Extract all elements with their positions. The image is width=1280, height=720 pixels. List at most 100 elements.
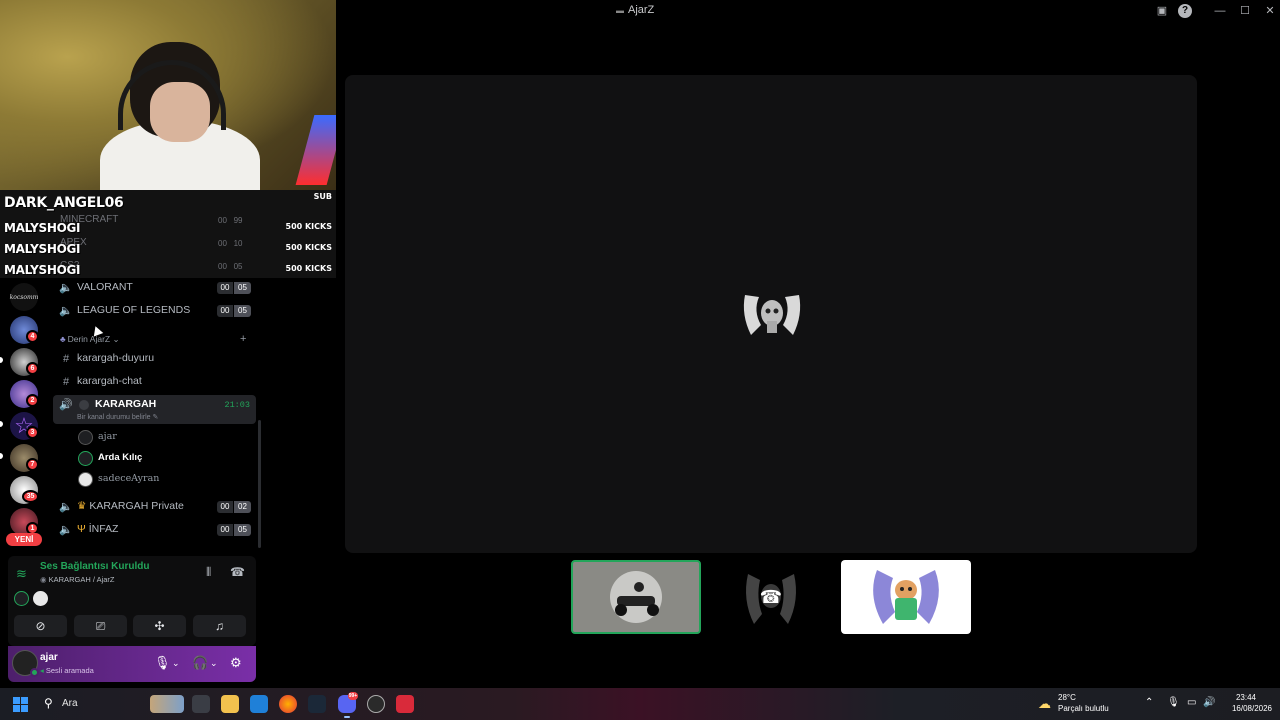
minimize-icon[interactable]: — [1212, 3, 1228, 19]
text-channel-chat[interactable]: # karargah-chat [53, 372, 256, 393]
firefox-icon[interactable] [279, 695, 297, 713]
hash-icon: # [62, 376, 70, 388]
window-title: ▬ AjarZ [616, 4, 696, 16]
channel-status[interactable]: Bir kanal durumu belirle ✎ [77, 413, 158, 421]
channel-limit: 05 [234, 305, 251, 317]
user-name[interactable]: ajar [40, 652, 58, 663]
weather-icon[interactable]: ☁ [1038, 696, 1054, 711]
inbox-icon[interactable]: ▣ [1154, 3, 1170, 19]
participant-tile[interactable] [841, 560, 971, 634]
screen-share-button[interactable]: ⎚ [74, 615, 127, 637]
voice-location[interactable]: ◉ KARARGAH / AjarZ [40, 575, 115, 584]
voice-channel-private[interactable]: 🔈 ♛ KARARGAH Private 00 02 [53, 497, 256, 518]
server-badge: 7 [26, 458, 39, 471]
windows-start-icon[interactable] [13, 697, 28, 712]
alert-name: MALYSHOGI [4, 263, 81, 277]
obs-icon[interactable] [367, 695, 385, 713]
clock-time[interactable]: 23:44 [1236, 693, 1256, 702]
channel-timer: 21:03 [224, 400, 250, 410]
chevron-down-icon[interactable]: ⌄ [210, 658, 218, 669]
alert-row: DARK_ANGEL06 SUB [0, 192, 336, 212]
member-name: sadeceAyran [98, 473, 160, 484]
new-badge[interactable]: YENİ [6, 533, 42, 546]
discord-app: ▬ AjarZ ▣ ? — ☐ ✕ DARK_ANGEL06 SUB MINECR… [0, 0, 1280, 688]
chevron-down-icon[interactable]: ⌄ [172, 658, 180, 669]
add-channel-icon[interactable]: + [240, 333, 246, 345]
server-badge: 6 [26, 362, 39, 375]
store-icon[interactable] [250, 695, 268, 713]
search-placeholder: Ara [62, 698, 78, 709]
maximize-icon[interactable]: ☐ [1237, 3, 1253, 19]
settings-gear-icon[interactable]: ⚙ [230, 655, 242, 671]
stream-alerts: DARK_ANGEL06 SUB MINECRAFT 00 99 APEX 00… [0, 190, 336, 278]
avatar [78, 430, 93, 445]
search-icon: ⚲ [44, 696, 53, 710]
server-text-logo: kocsomm [9, 294, 39, 301]
alert-amount: 500 KICKS [285, 222, 333, 231]
member-name: Arda Kılıç [98, 452, 143, 463]
voice-connection-panel: ≋ Ses Bağlantısı Kuruldu ◉ KARARGAH / Aj… [8, 556, 256, 646]
steam-icon[interactable] [308, 695, 326, 713]
noise-suppression-icon[interactable]: ⦀ [206, 565, 211, 580]
voice-status-title[interactable]: Ses Bağlantısı Kuruldu [40, 561, 149, 572]
network-icon[interactable]: ▭ [1187, 697, 1196, 708]
app-icon[interactable] [396, 695, 414, 713]
channel-count: 00 [217, 501, 233, 513]
participant-tile[interactable] [571, 560, 701, 634]
window-title-text: AjarZ [628, 4, 655, 16]
soundboard-button[interactable]: ♫ [193, 615, 246, 637]
trident-icon: Ψ [77, 523, 86, 535]
angel-skull-avatar[interactable] [739, 281, 805, 347]
help-icon[interactable]: ? [1178, 4, 1192, 18]
alert-name: MALYSHOGI [4, 242, 81, 256]
microphone-icon[interactable]: 🎙 [154, 655, 171, 671]
speaker-icon: 🔈 [59, 501, 73, 513]
weather-temp[interactable]: 28°C [1058, 693, 1076, 702]
app-logo-icon: ▬ [616, 6, 624, 15]
active-app-indicator [344, 716, 350, 718]
weather-desc[interactable]: Parçalı bulutlu [1058, 704, 1109, 713]
text-channel-duyuru[interactable]: # karargah-duyuru [53, 349, 256, 370]
channel-label: karargah-duyuru [77, 352, 155, 364]
search-highlight-icon [150, 695, 184, 713]
taskbar-search[interactable]: ⚲ Ara [36, 694, 186, 714]
channel-scrollbar[interactable] [258, 420, 261, 548]
voice-channel-infaz[interactable]: 🔈 Ψ İNFAZ 00 05 [53, 520, 256, 541]
user-panel: ajar ◂ Sesli aramada 🎙 ⌄ 🎧 ⌄ ⚙ [8, 646, 256, 682]
globe-icon [79, 400, 89, 410]
channel-label: Ψ İNFAZ [77, 523, 119, 535]
close-icon[interactable]: ✕ [1262, 3, 1278, 19]
disconnect-icon[interactable]: ☎ [230, 565, 245, 579]
chevron-up-icon[interactable]: ⌃ [1145, 697, 1153, 708]
channel-label: karargah-chat [77, 375, 142, 387]
online-status-icon [30, 668, 39, 677]
volume-icon[interactable]: 🔊 [1203, 697, 1215, 708]
call-stage[interactable] [345, 75, 1197, 553]
task-view-icon[interactable] [192, 695, 210, 713]
discord-badge: 99+ [348, 692, 358, 700]
voice-channel-valorant[interactable]: 🔈 VALORANT 00 05 [53, 278, 256, 299]
channel-count: 00 [217, 305, 233, 317]
alert-name: DARK_ANGEL06 [4, 195, 124, 211]
file-explorer-icon[interactable] [221, 695, 239, 713]
clock-date[interactable]: 16/08/2026 [1232, 704, 1272, 713]
webcam-overlay [0, 0, 336, 190]
camera-off-button[interactable]: ⊘ [14, 615, 67, 637]
hash-icon: # [62, 353, 70, 365]
channel-limit: 05 [234, 282, 251, 294]
speaker-icon: 🔈 [59, 524, 73, 536]
unread-pill [0, 357, 3, 363]
headphones-icon[interactable]: 🎧 [192, 655, 208, 671]
category-header[interactable]: ♣ Derin AjarZ ⌄ [60, 334, 120, 345]
user-status: ◂ Sesli aramada [40, 666, 94, 675]
voice-channel-karargah[interactable]: 🔊 KARARGAH 21:03 Bir kanal durumu belirl… [53, 395, 256, 424]
participant-tile[interactable]: ☎ [706, 560, 836, 634]
voice-channel-lol[interactable]: 🔈 LEAGUE OF LEGENDS 00 05 [53, 301, 256, 322]
signal-icon[interactable]: ≋ [16, 566, 27, 582]
participant-avatar[interactable] [14, 591, 29, 606]
activities-button[interactable]: ✣ [133, 615, 186, 637]
participant-avatar[interactable] [33, 591, 48, 606]
member-name: ajar [98, 431, 117, 442]
microphone-tray-icon[interactable]: 🎙 [1167, 697, 1180, 708]
channel-count: 00 [217, 524, 233, 536]
